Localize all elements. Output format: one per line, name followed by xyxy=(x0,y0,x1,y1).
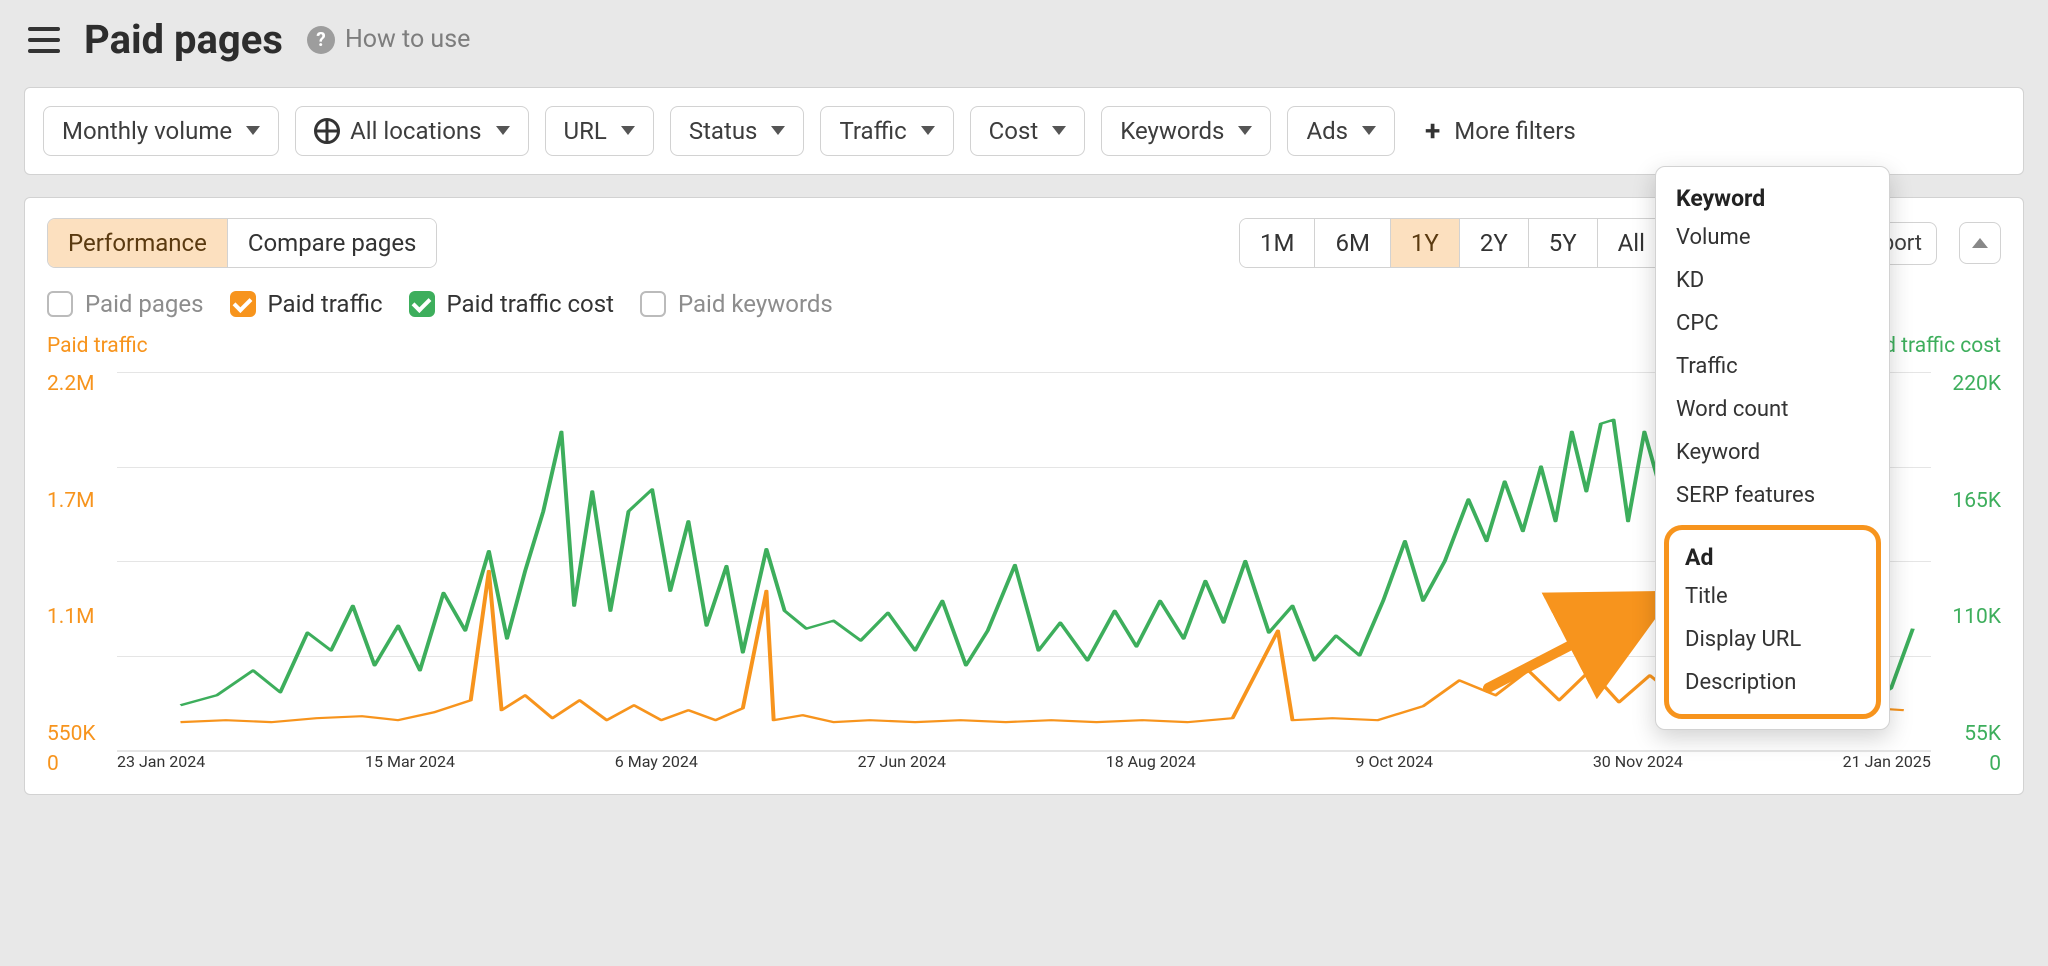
y-left-tick: 1.7M xyxy=(47,489,94,513)
filter-label: Traffic xyxy=(839,117,906,145)
y-left-tick: 1.1M xyxy=(47,605,94,629)
how-to-use-link[interactable]: ? How to use xyxy=(307,25,470,54)
filter-traffic[interactable]: Traffic xyxy=(820,106,953,156)
filter-label: Status xyxy=(689,117,758,145)
x-tick: 6 May 2024 xyxy=(615,752,698,771)
x-tick: 21 Jan 2025 xyxy=(1843,752,1931,771)
x-tick: 18 Aug 2024 xyxy=(1106,752,1196,771)
filter-keywords[interactable]: Keywords xyxy=(1101,106,1271,156)
checkbox-unchecked[interactable] xyxy=(640,291,666,317)
checkbox-checked-icon[interactable] xyxy=(409,291,435,317)
y-left-tick: 2.2M xyxy=(47,372,94,396)
chevron-down-icon xyxy=(621,126,635,135)
legend-label: Paid pages xyxy=(85,290,204,318)
filter-label: Monthly volume xyxy=(62,117,232,145)
collapse-button[interactable] xyxy=(1959,222,2001,264)
globe-icon xyxy=(314,118,340,144)
range-2y[interactable]: 2Y xyxy=(1460,219,1529,267)
filter-label: URL xyxy=(564,117,607,145)
filter-label: Keywords xyxy=(1120,117,1224,145)
x-tick: 30 Nov 2024 xyxy=(1593,752,1683,771)
legend-label: Paid keywords xyxy=(678,290,833,318)
dropdown-section-ad: Ad xyxy=(1673,538,1872,575)
dropdown-section-ad-highlight: Ad TitleDisplay URLDescription xyxy=(1664,525,1881,719)
range-5y[interactable]: 5Y xyxy=(1529,219,1598,267)
dropdown-section-keyword: Keyword xyxy=(1656,179,1889,216)
dropdown-item-kd[interactable]: KD xyxy=(1656,259,1889,302)
chevron-down-icon xyxy=(246,126,260,135)
help-icon: ? xyxy=(307,26,335,54)
more-filters-label: More filters xyxy=(1454,117,1575,145)
dropdown-item-display-url[interactable]: Display URL xyxy=(1673,618,1872,661)
dropdown-item-cpc[interactable]: CPC xyxy=(1656,302,1889,345)
x-tick: 27 Jun 2024 xyxy=(858,752,946,771)
filter-cost[interactable]: Cost xyxy=(970,106,1086,156)
checkbox-unchecked[interactable] xyxy=(47,291,73,317)
plus-icon: + xyxy=(1425,114,1440,147)
y-axis-left-label: Paid traffic xyxy=(47,334,148,358)
more-filters-button[interactable]: + More filters xyxy=(1411,104,1590,157)
range-1m[interactable]: 1M xyxy=(1240,219,1315,267)
menu-icon[interactable] xyxy=(28,27,60,53)
view-tabs: Performance Compare pages xyxy=(47,218,437,268)
x-tick: 9 Oct 2024 xyxy=(1356,752,1434,771)
filter-status[interactable]: Status xyxy=(670,106,805,156)
dropdown-item-volume[interactable]: Volume xyxy=(1656,216,1889,259)
range-1y[interactable]: 1Y xyxy=(1391,219,1460,267)
chevron-up-icon xyxy=(1972,238,1988,248)
legend-paid-traffic[interactable]: Paid traffic xyxy=(230,290,383,318)
checkbox-checked-icon[interactable] xyxy=(230,291,256,317)
chevron-down-icon xyxy=(921,126,935,135)
x-axis-ticks: 23 Jan 2024 15 Mar 2024 6 May 2024 27 Jun 2… xyxy=(117,752,1931,771)
filter-ads[interactable]: Ads xyxy=(1287,106,1395,156)
tab-compare-pages[interactable]: Compare pages xyxy=(228,219,437,267)
legend-paid-pages[interactable]: Paid pages xyxy=(47,290,204,318)
dropdown-item-title[interactable]: Title xyxy=(1673,575,1872,618)
range-tabs: 1M6M1Y2Y5YAll xyxy=(1239,218,1666,268)
x-tick: 23 Jan 2024 xyxy=(117,752,205,771)
dropdown-item-traffic[interactable]: Traffic xyxy=(1656,345,1889,388)
chevron-down-icon xyxy=(496,126,510,135)
dropdown-item-serp-features[interactable]: SERP features xyxy=(1656,474,1889,517)
chevron-down-icon xyxy=(771,126,785,135)
y-left-tick: 550K xyxy=(47,722,96,746)
y-axis-right-zero: 0 xyxy=(1931,752,2001,776)
x-tick: 15 Mar 2024 xyxy=(365,752,455,771)
filter-monthly-volume[interactable]: Monthly volume xyxy=(43,106,279,156)
filter-dropdown-popover: Keyword VolumeKDCPCTrafficWord countKeyw… xyxy=(1655,166,1890,730)
tab-performance[interactable]: Performance xyxy=(48,219,228,267)
y-axis-right-ticks: 220K 165K 110K 55K xyxy=(1931,372,2001,752)
legend-label: Paid traffic cost xyxy=(447,290,614,318)
y-right-tick: 55K xyxy=(1964,722,2001,746)
how-to-use-label: How to use xyxy=(345,25,470,54)
legend-paid-keywords[interactable]: Paid keywords xyxy=(640,290,833,318)
filter-url[interactable]: URL xyxy=(545,106,654,156)
filter-label: Ads xyxy=(1306,117,1348,145)
filter-label: Cost xyxy=(989,117,1039,145)
y-right-tick: 220K xyxy=(1952,372,2001,396)
legend-label: Paid traffic xyxy=(268,290,383,318)
dropdown-item-description[interactable]: Description xyxy=(1673,661,1872,704)
y-right-tick: 110K xyxy=(1952,605,2001,629)
y-axis-left-ticks: 2.2M 1.7M 1.1M 550K xyxy=(47,372,117,752)
chevron-down-icon xyxy=(1052,126,1066,135)
dropdown-item-word-count[interactable]: Word count xyxy=(1656,388,1889,431)
legend-paid-traffic-cost[interactable]: Paid traffic cost xyxy=(409,290,614,318)
y-right-tick: 165K xyxy=(1952,489,2001,513)
dropdown-item-keyword[interactable]: Keyword xyxy=(1656,431,1889,474)
chevron-down-icon xyxy=(1362,126,1376,135)
page-title: Paid pages xyxy=(84,16,283,63)
y-axis-left-zero: 0 xyxy=(47,752,117,776)
annotation-arrow xyxy=(1483,588,1683,702)
chevron-down-icon xyxy=(1238,126,1252,135)
range-6m[interactable]: 6M xyxy=(1315,219,1390,267)
filter-label: All locations xyxy=(350,117,481,145)
filters-row: Monthly volume All locations URL Status … xyxy=(25,88,2023,174)
filter-all-locations[interactable]: All locations xyxy=(295,106,528,156)
